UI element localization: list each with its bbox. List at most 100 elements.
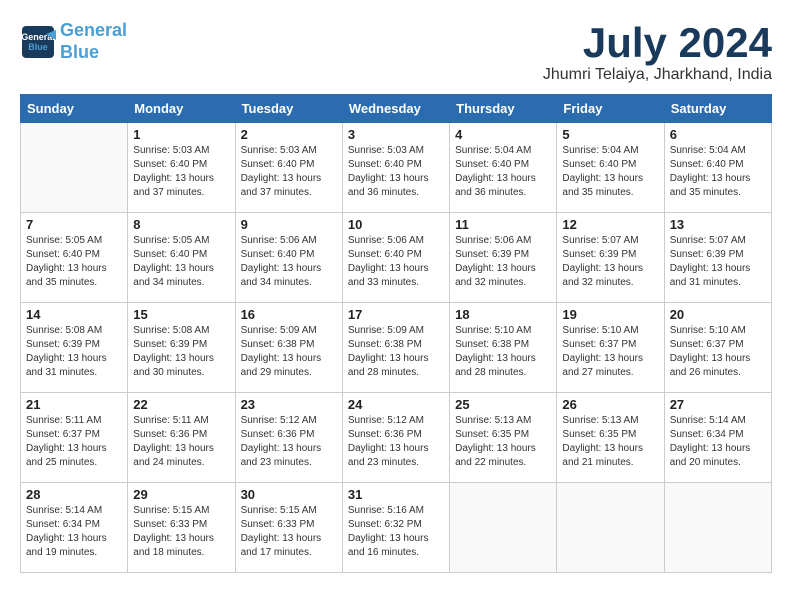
calendar-cell: 19 Sunrise: 5:10 AM Sunset: 6:37 PM Dayli… <box>557 303 664 393</box>
day-number: 3 <box>348 127 444 142</box>
cell-info: Sunrise: 5:15 AM Sunset: 6:33 PM Dayligh… <box>133 504 229 560</box>
calendar-cell: 25Sunrise: 5:13 AM Sunset: 6:35 PM Dayli… <box>450 393 557 483</box>
calendar-table: SundayMondayTuesdayWednesdayThursdayFrid… <box>20 94 772 573</box>
calendar-header-friday: Friday <box>557 95 664 123</box>
calendar-cell: 24Sunrise: 5:12 AM Sunset: 6:36 PM Dayli… <box>342 393 449 483</box>
cell-info: Sunrise: 5:10 AM Sunset: 6:37 PM Dayligh… <box>670 324 766 380</box>
calendar-header-saturday: Saturday <box>664 95 771 123</box>
cell-info: Sunrise: 5:06 AM Sunset: 6:40 PM Dayligh… <box>241 234 337 290</box>
calendar-cell <box>557 483 664 573</box>
day-number: 13 <box>670 217 766 232</box>
title-block: July 2024 Jhumri Telaiya, Jharkhand, Ind… <box>543 20 772 84</box>
calendar-cell: 5 Sunrise: 5:04 AM Sunset: 6:40 PM Daylig… <box>557 123 664 213</box>
cell-info: Sunrise: 5:09 AM Sunset: 6:38 PM Dayligh… <box>241 324 337 380</box>
cell-info: Sunrise: 5:08 AM Sunset: 6:39 PM Dayligh… <box>26 324 122 380</box>
calendar-cell: 20 Sunrise: 5:10 AM Sunset: 6:37 PM Dayli… <box>664 303 771 393</box>
calendar-cell: 3 Sunrise: 5:03 AM Sunset: 6:40 PM Daylig… <box>342 123 449 213</box>
calendar-header-wednesday: Wednesday <box>342 95 449 123</box>
cell-info: Sunrise: 5:04 AM Sunset: 6:40 PM Dayligh… <box>670 144 766 200</box>
cell-info: Sunrise: 5:15 AM Sunset: 6:33 PM Dayligh… <box>241 504 337 560</box>
day-number: 4 <box>455 127 551 142</box>
calendar-cell: 29 Sunrise: 5:15 AM Sunset: 6:33 PM Dayli… <box>128 483 235 573</box>
calendar-header-row: SundayMondayTuesdayWednesdayThursdayFrid… <box>21 95 772 123</box>
day-number: 5 <box>562 127 658 142</box>
cell-info: Sunrise: 5:03 AM Sunset: 6:40 PM Dayligh… <box>348 144 444 200</box>
day-number: 2 <box>241 127 337 142</box>
calendar-cell: 27 Sunrise: 5:14 AM Sunset: 6:34 PM Dayli… <box>664 393 771 483</box>
location-title: Jhumri Telaiya, Jharkhand, India <box>543 66 772 84</box>
cell-info: Sunrise: 5:07 AM Sunset: 6:39 PM Dayligh… <box>670 234 766 290</box>
calendar-header-monday: Monday <box>128 95 235 123</box>
month-title: July 2024 <box>543 20 772 66</box>
calendar-body: 1Sunrise: 5:03 AM Sunset: 6:40 PM Daylig… <box>21 123 772 573</box>
day-number: 17 <box>348 307 444 322</box>
calendar-cell: 12Sunrise: 5:07 AM Sunset: 6:39 PM Dayli… <box>557 213 664 303</box>
calendar-cell: 10 Sunrise: 5:06 AM Sunset: 6:40 PM Dayli… <box>342 213 449 303</box>
calendar-week-4: 28Sunrise: 5:14 AM Sunset: 6:34 PM Dayli… <box>21 483 772 573</box>
day-number: 6 <box>670 127 766 142</box>
day-number: 20 <box>670 307 766 322</box>
day-number: 9 <box>241 217 337 232</box>
day-number: 10 <box>348 217 444 232</box>
cell-info: Sunrise: 5:14 AM Sunset: 6:34 PM Dayligh… <box>670 414 766 470</box>
cell-info: Sunrise: 5:13 AM Sunset: 6:35 PM Dayligh… <box>455 414 551 470</box>
day-number: 24 <box>348 397 444 412</box>
cell-info: Sunrise: 5:16 AM Sunset: 6:32 PM Dayligh… <box>348 504 444 560</box>
calendar-header-thursday: Thursday <box>450 95 557 123</box>
calendar-cell: 6 Sunrise: 5:04 AM Sunset: 6:40 PM Daylig… <box>664 123 771 213</box>
day-number: 26 <box>562 397 658 412</box>
cell-info: Sunrise: 5:08 AM Sunset: 6:39 PM Dayligh… <box>133 324 229 380</box>
calendar-cell: 26 Sunrise: 5:13 AM Sunset: 6:35 PM Dayli… <box>557 393 664 483</box>
calendar-week-3: 21 Sunrise: 5:11 AM Sunset: 6:37 PM Dayli… <box>21 393 772 483</box>
calendar-header-tuesday: Tuesday <box>235 95 342 123</box>
cell-info: Sunrise: 5:07 AM Sunset: 6:39 PM Dayligh… <box>562 234 658 290</box>
logo-text: General Blue <box>60 20 127 63</box>
day-number: 19 <box>562 307 658 322</box>
calendar-cell: 8 Sunrise: 5:05 AM Sunset: 6:40 PM Daylig… <box>128 213 235 303</box>
cell-info: Sunrise: 5:11 AM Sunset: 6:36 PM Dayligh… <box>133 414 229 470</box>
calendar-cell: 9 Sunrise: 5:06 AM Sunset: 6:40 PM Daylig… <box>235 213 342 303</box>
calendar-cell <box>450 483 557 573</box>
day-number: 28 <box>26 487 122 502</box>
cell-info: Sunrise: 5:06 AM Sunset: 6:40 PM Dayligh… <box>348 234 444 290</box>
calendar-cell: 13 Sunrise: 5:07 AM Sunset: 6:39 PM Dayli… <box>664 213 771 303</box>
cell-info: Sunrise: 5:04 AM Sunset: 6:40 PM Dayligh… <box>562 144 658 200</box>
logo: General Blue General Blue <box>20 20 127 63</box>
day-number: 21 <box>26 397 122 412</box>
calendar-cell <box>21 123 128 213</box>
day-number: 22 <box>133 397 229 412</box>
calendar-cell: 18Sunrise: 5:10 AM Sunset: 6:38 PM Dayli… <box>450 303 557 393</box>
cell-info: Sunrise: 5:11 AM Sunset: 6:37 PM Dayligh… <box>26 414 122 470</box>
calendar-week-2: 14 Sunrise: 5:08 AM Sunset: 6:39 PM Dayli… <box>21 303 772 393</box>
calendar-cell: 21 Sunrise: 5:11 AM Sunset: 6:37 PM Dayli… <box>21 393 128 483</box>
calendar-cell: 31 Sunrise: 5:16 AM Sunset: 6:32 PM Dayli… <box>342 483 449 573</box>
calendar-cell: 7Sunrise: 5:05 AM Sunset: 6:40 PM Daylig… <box>21 213 128 303</box>
cell-info: Sunrise: 5:09 AM Sunset: 6:38 PM Dayligh… <box>348 324 444 380</box>
calendar-cell: 17 Sunrise: 5:09 AM Sunset: 6:38 PM Dayli… <box>342 303 449 393</box>
cell-info: Sunrise: 5:13 AM Sunset: 6:35 PM Dayligh… <box>562 414 658 470</box>
day-number: 16 <box>241 307 337 322</box>
cell-info: Sunrise: 5:05 AM Sunset: 6:40 PM Dayligh… <box>26 234 122 290</box>
day-number: 31 <box>348 487 444 502</box>
day-number: 23 <box>241 397 337 412</box>
day-number: 11 <box>455 217 551 232</box>
day-number: 29 <box>133 487 229 502</box>
day-number: 14 <box>26 307 122 322</box>
day-number: 8 <box>133 217 229 232</box>
cell-info: Sunrise: 5:04 AM Sunset: 6:40 PM Dayligh… <box>455 144 551 200</box>
cell-info: Sunrise: 5:05 AM Sunset: 6:40 PM Dayligh… <box>133 234 229 290</box>
cell-info: Sunrise: 5:03 AM Sunset: 6:40 PM Dayligh… <box>133 144 229 200</box>
calendar-cell: 30Sunrise: 5:15 AM Sunset: 6:33 PM Dayli… <box>235 483 342 573</box>
day-number: 27 <box>670 397 766 412</box>
calendar-cell: 4 Sunrise: 5:04 AM Sunset: 6:40 PM Daylig… <box>450 123 557 213</box>
calendar-cell: 16 Sunrise: 5:09 AM Sunset: 6:38 PM Dayli… <box>235 303 342 393</box>
calendar-cell <box>664 483 771 573</box>
calendar-week-0: 1Sunrise: 5:03 AM Sunset: 6:40 PM Daylig… <box>21 123 772 213</box>
cell-info: Sunrise: 5:06 AM Sunset: 6:39 PM Dayligh… <box>455 234 551 290</box>
cell-info: Sunrise: 5:12 AM Sunset: 6:36 PM Dayligh… <box>241 414 337 470</box>
calendar-cell: 1Sunrise: 5:03 AM Sunset: 6:40 PM Daylig… <box>128 123 235 213</box>
cell-info: Sunrise: 5:03 AM Sunset: 6:40 PM Dayligh… <box>241 144 337 200</box>
cell-info: Sunrise: 5:10 AM Sunset: 6:37 PM Dayligh… <box>562 324 658 380</box>
svg-text:Blue: Blue <box>28 42 48 52</box>
calendar-cell: 14 Sunrise: 5:08 AM Sunset: 6:39 PM Dayli… <box>21 303 128 393</box>
